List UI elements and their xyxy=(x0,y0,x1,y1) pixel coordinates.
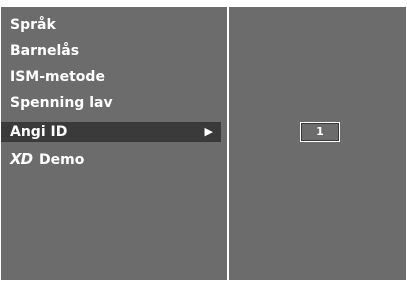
menu-item-label: Språk xyxy=(10,17,56,33)
menu-item-child-lock[interactable]: Barnelås xyxy=(10,41,227,61)
menu-panel: Språk Barnelås ISM-metode Spenning lav A… xyxy=(1,7,228,280)
menu-item-language[interactable]: Språk xyxy=(10,15,227,35)
menu-item-set-id[interactable]: Angi ID ▶ xyxy=(1,122,221,142)
menu-item-label: ISM-metode xyxy=(10,69,105,85)
menu-item-label: Angi ID xyxy=(10,124,68,140)
menu-item-label: Spenning lav xyxy=(10,95,113,111)
menu-item-low-voltage[interactable]: Spenning lav xyxy=(10,93,227,113)
menu-item-label: Barnelås xyxy=(10,43,80,59)
value-panel: 1 xyxy=(229,7,406,280)
arrow-right-icon: ▶ xyxy=(204,125,213,138)
menu-item-label: Demo xyxy=(39,152,85,168)
osd-screen: Språk Barnelås ISM-metode Spenning lav A… xyxy=(0,0,407,282)
xd-logo-icon: XD xyxy=(10,150,33,168)
id-value-field[interactable]: 1 xyxy=(300,122,340,142)
menu-item-ism-method[interactable]: ISM-metode xyxy=(10,67,227,87)
menu-item-xd-demo[interactable]: XD Demo xyxy=(10,149,227,169)
